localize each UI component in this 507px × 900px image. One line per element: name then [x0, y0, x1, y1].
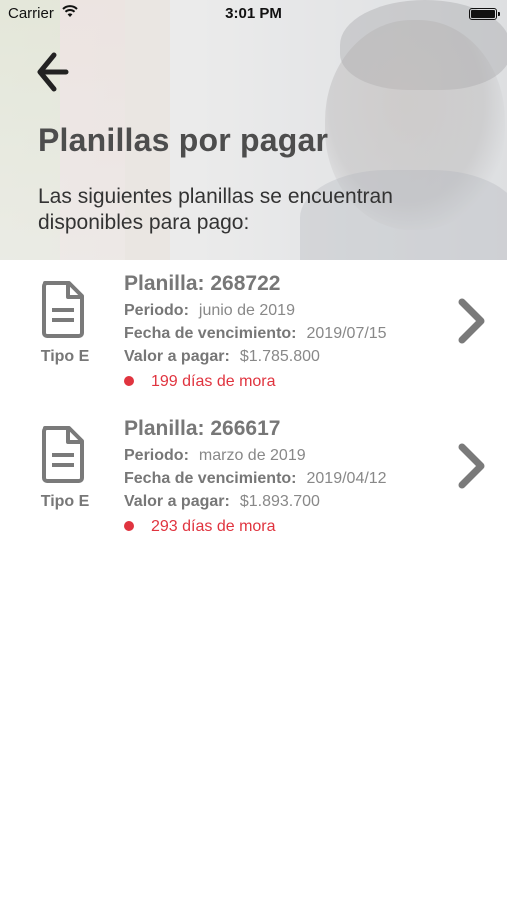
periodo-field: Periodo: junio de 2019	[124, 302, 295, 320]
planilla-row[interactable]: Tipo E Planilla: 268722 Periodo: junio de…	[0, 260, 507, 400]
planilla-title: Planilla: 266617	[124, 417, 281, 440]
document-icon	[42, 426, 84, 483]
document-icon	[42, 281, 84, 338]
periodo-label: Periodo:	[124, 302, 189, 319]
vencimiento-label: Fecha de vencimiento:	[124, 470, 297, 487]
vencimiento-value: 2019/07/15	[306, 325, 387, 342]
periodo-value: marzo de 2019	[198, 447, 306, 464]
vencimiento-label: Fecha de vencimiento:	[124, 325, 297, 342]
tipo-label: Tipo E	[40, 348, 90, 365]
valor-field: Valor a pagar: $1.785.800	[124, 348, 320, 366]
chevron-right-icon[interactable]	[454, 441, 488, 491]
mora-dot-icon	[124, 376, 134, 386]
page-title: Planillas por pagar	[38, 122, 329, 158]
vencimiento-field: Fecha de vencimiento: 2019/07/15	[124, 325, 387, 343]
status-bar: Carrier 3:01 PM	[0, 0, 507, 28]
valor-field: Valor a pagar: $1.893.700	[124, 493, 320, 511]
planilla-title: Planilla: 268722	[124, 272, 281, 295]
page-subtitle: Las siguientes planillas se encuentran d…	[38, 185, 393, 234]
planilla-row[interactable]: Tipo E Planilla: 266617 Periodo: marzo de…	[0, 405, 507, 545]
mora-text: 199 días de mora	[151, 373, 276, 390]
periodo-value: junio de 2019	[198, 302, 295, 319]
vencimiento-value: 2019/04/12	[306, 470, 387, 487]
periodo-label: Periodo:	[124, 447, 189, 464]
valor-label: Valor a pagar:	[124, 493, 230, 510]
mora-dot-icon	[124, 521, 134, 531]
chevron-right-icon[interactable]	[454, 296, 488, 346]
valor-value: $1.893.700	[239, 493, 320, 510]
mora-text: 293 días de mora	[151, 518, 276, 535]
tipo-label: Tipo E	[40, 493, 90, 510]
mora-status: 293 días de mora	[124, 518, 276, 536]
vencimiento-field: Fecha de vencimiento: 2019/04/12	[124, 470, 387, 488]
battery-icon	[469, 8, 500, 20]
mora-status: 199 días de mora	[124, 373, 276, 391]
back-button[interactable]	[34, 50, 74, 94]
periodo-field: Periodo: marzo de 2019	[124, 447, 306, 465]
status-time: 3:01 PM	[225, 5, 282, 22]
valor-label: Valor a pagar:	[124, 348, 230, 365]
valor-value: $1.785.800	[239, 348, 320, 365]
arrow-left-icon	[37, 52, 69, 92]
